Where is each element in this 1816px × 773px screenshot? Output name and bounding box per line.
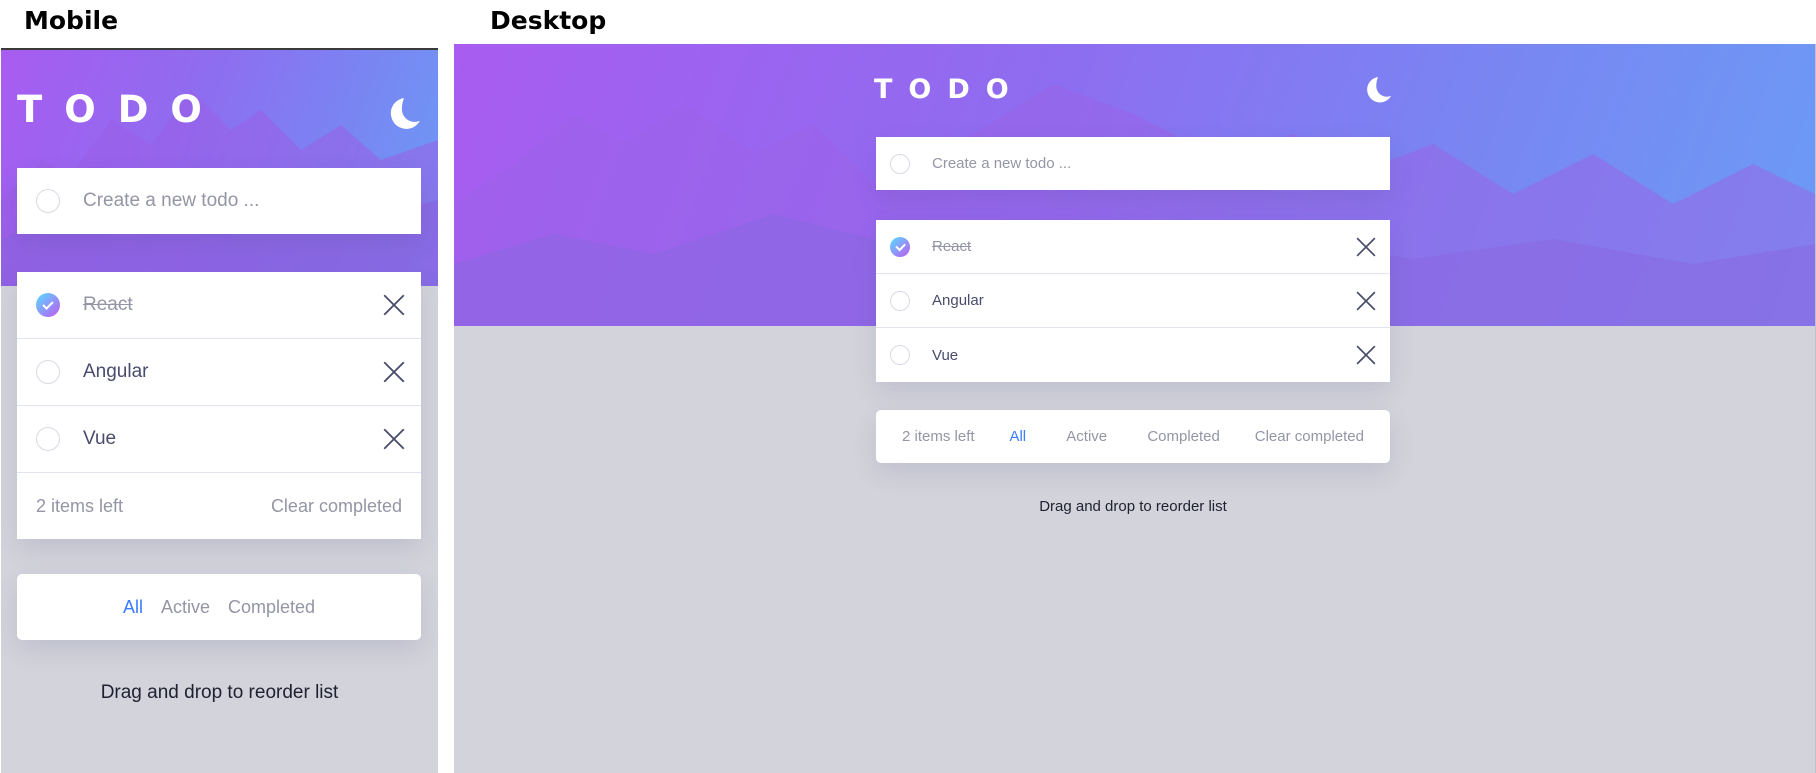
mobile-app: TODO React Angular Vue 2 items left Cl (1, 48, 438, 773)
checked-checkbox[interactable] (890, 236, 910, 257)
todo-checkbox[interactable] (36, 360, 60, 384)
new-todo-checkbox[interactable] (36, 189, 60, 213)
desktop-section-label: Desktop (490, 6, 607, 35)
todo-checkbox[interactable] (890, 290, 910, 311)
todo-item[interactable]: Vue (876, 328, 1390, 382)
todo-checkbox[interactable] (890, 345, 910, 365)
close-icon[interactable] (383, 294, 405, 316)
todo-checkbox[interactable] (36, 427, 60, 451)
todo-item[interactable]: Angular (17, 339, 421, 406)
close-icon[interactable] (1356, 237, 1376, 257)
new-todo-card (17, 168, 421, 234)
new-todo-checkbox[interactable] (890, 153, 910, 174)
todo-item[interactable]: React (876, 220, 1390, 274)
close-icon[interactable] (383, 361, 405, 383)
filter-completed[interactable]: Completed (1147, 428, 1220, 445)
mobile-section-label: Mobile (24, 6, 119, 35)
clear-completed-button[interactable]: Clear completed (1255, 428, 1364, 445)
filter-bar: All Active Completed (17, 574, 421, 640)
filter-active[interactable]: Active (1066, 428, 1107, 445)
todo-item[interactable]: Angular (876, 274, 1390, 328)
app-logo: TODO (17, 88, 224, 131)
list-footer: 2 items left All Active Completed Clear … (876, 410, 1390, 463)
filter-all[interactable]: All (1009, 428, 1026, 445)
moon-icon[interactable] (387, 98, 421, 132)
filter-bar: All Active Completed (991, 428, 1237, 445)
app-logo: TODO (874, 74, 1025, 105)
todo-item[interactable]: React (17, 272, 421, 339)
moon-icon[interactable] (1364, 77, 1392, 105)
todo-text: React (932, 238, 972, 255)
new-todo-input[interactable] (83, 190, 401, 212)
filter-all[interactable]: All (123, 597, 143, 618)
items-left-count: 2 items left (36, 495, 124, 516)
close-icon[interactable] (1356, 345, 1376, 365)
todo-text: Angular (932, 292, 984, 309)
todo-list-card: React Angular Vue 2 items left Clear com… (17, 272, 421, 539)
close-icon[interactable] (383, 428, 405, 450)
list-footer: 2 items left Clear completed (17, 473, 421, 539)
new-todo-card (876, 137, 1390, 190)
todo-text: Vue (932, 346, 959, 364)
items-left-count: 2 items left (902, 428, 975, 445)
todo-text: Vue (83, 428, 117, 449)
clear-completed-button[interactable]: Clear completed (271, 496, 402, 517)
filter-completed[interactable]: Completed (228, 597, 315, 618)
todo-list-card: React Angular Vue (876, 220, 1390, 382)
desktop-app: TODO React Angular Vue 2 items left (454, 44, 1816, 773)
close-icon[interactable] (1356, 291, 1376, 311)
new-todo-input[interactable] (932, 155, 1370, 172)
reorder-hint: Drag and drop to reorder list (1039, 498, 1227, 515)
todo-text: Angular (83, 361, 149, 382)
checked-checkbox[interactable] (36, 293, 60, 317)
filter-active[interactable]: Active (161, 597, 210, 618)
todo-text: React (83, 294, 133, 315)
reorder-hint: Drag and drop to reorder list (100, 682, 339, 703)
todo-item[interactable]: Vue (17, 406, 421, 473)
